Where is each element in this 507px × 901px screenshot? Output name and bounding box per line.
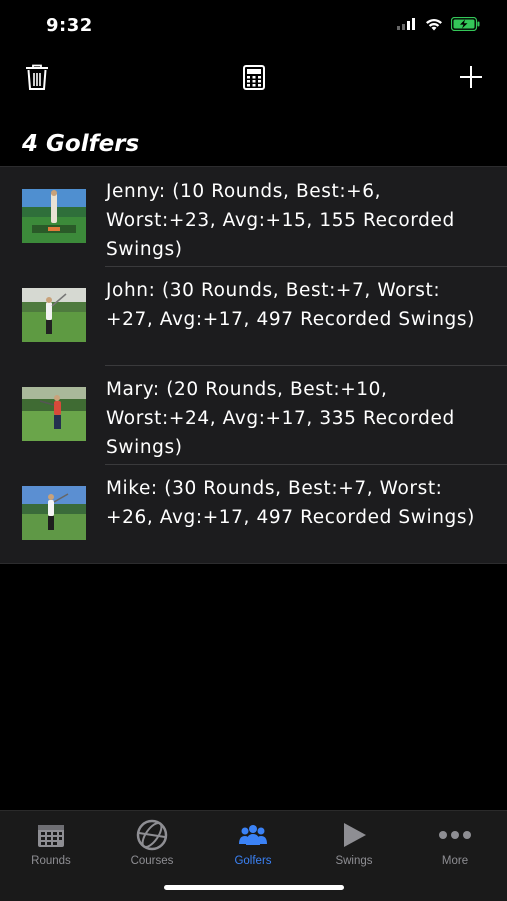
plus-icon	[460, 66, 482, 88]
tab-courses[interactable]: Courses	[107, 819, 197, 867]
calculator-icon	[243, 64, 265, 90]
calendar-icon	[38, 825, 64, 847]
golfer-photo	[22, 486, 86, 540]
status-bar: 9:32	[0, 0, 507, 50]
status-icons	[397, 17, 481, 31]
home-indicator	[164, 885, 344, 890]
golfer-photo	[22, 189, 86, 243]
golfer-row[interactable]: Jenny: (10 Rounds, Best:+6, Worst:+23, A…	[0, 167, 507, 266]
golfer-photo	[22, 387, 86, 441]
golfer-photo	[22, 288, 86, 342]
tab-label: Courses	[130, 855, 174, 867]
golfer-row[interactable]: Mike: (30 Rounds, Best:+7, Worst: +26, A…	[0, 464, 507, 563]
delete-button[interactable]	[19, 59, 55, 95]
cellular-signal-icon	[397, 18, 415, 30]
wifi-icon	[426, 18, 442, 30]
battery-charging-icon	[451, 17, 480, 31]
tab-swings[interactable]: Swings	[309, 819, 399, 867]
toolbar	[0, 55, 507, 99]
golfer-summary: John: (30 Rounds, Best:+7, Worst: +27, A…	[106, 280, 475, 330]
golfer-row[interactable]: John: (30 Rounds, Best:+7, Worst: +27, A…	[0, 266, 507, 365]
golfer-summary: Mary: (20 Rounds, Best:+10, Worst:+24, A…	[106, 379, 455, 458]
calculator-button[interactable]	[236, 59, 272, 95]
play-icon	[344, 823, 366, 847]
golfer-summary: Jenny: (10 Rounds, Best:+6, Worst:+23, A…	[106, 181, 455, 260]
status-time: 9:32	[46, 15, 93, 36]
trash-icon	[26, 64, 48, 90]
more-icon	[439, 831, 471, 839]
tab-more[interactable]: More	[410, 819, 500, 867]
golfer-list: Jenny: (10 Rounds, Best:+6, Worst:+23, A…	[0, 166, 507, 564]
section-title: 4 Golfers	[22, 131, 140, 157]
golfer-row[interactable]: Mary: (20 Rounds, Best:+10, Worst:+24, A…	[0, 365, 507, 464]
tab-rounds[interactable]: Rounds	[6, 819, 96, 867]
tab-label: More	[441, 855, 469, 867]
globe-icon	[136, 819, 168, 851]
tab-label: Swings	[335, 855, 373, 867]
tab-label: Rounds	[31, 855, 71, 867]
add-button[interactable]	[453, 59, 489, 95]
tab-golfers[interactable]: Golfers	[208, 819, 298, 867]
tab-label: Golfers	[234, 855, 272, 867]
golfer-summary: Mike: (30 Rounds, Best:+7, Worst: +26, A…	[106, 478, 475, 528]
people-icon	[239, 825, 267, 845]
